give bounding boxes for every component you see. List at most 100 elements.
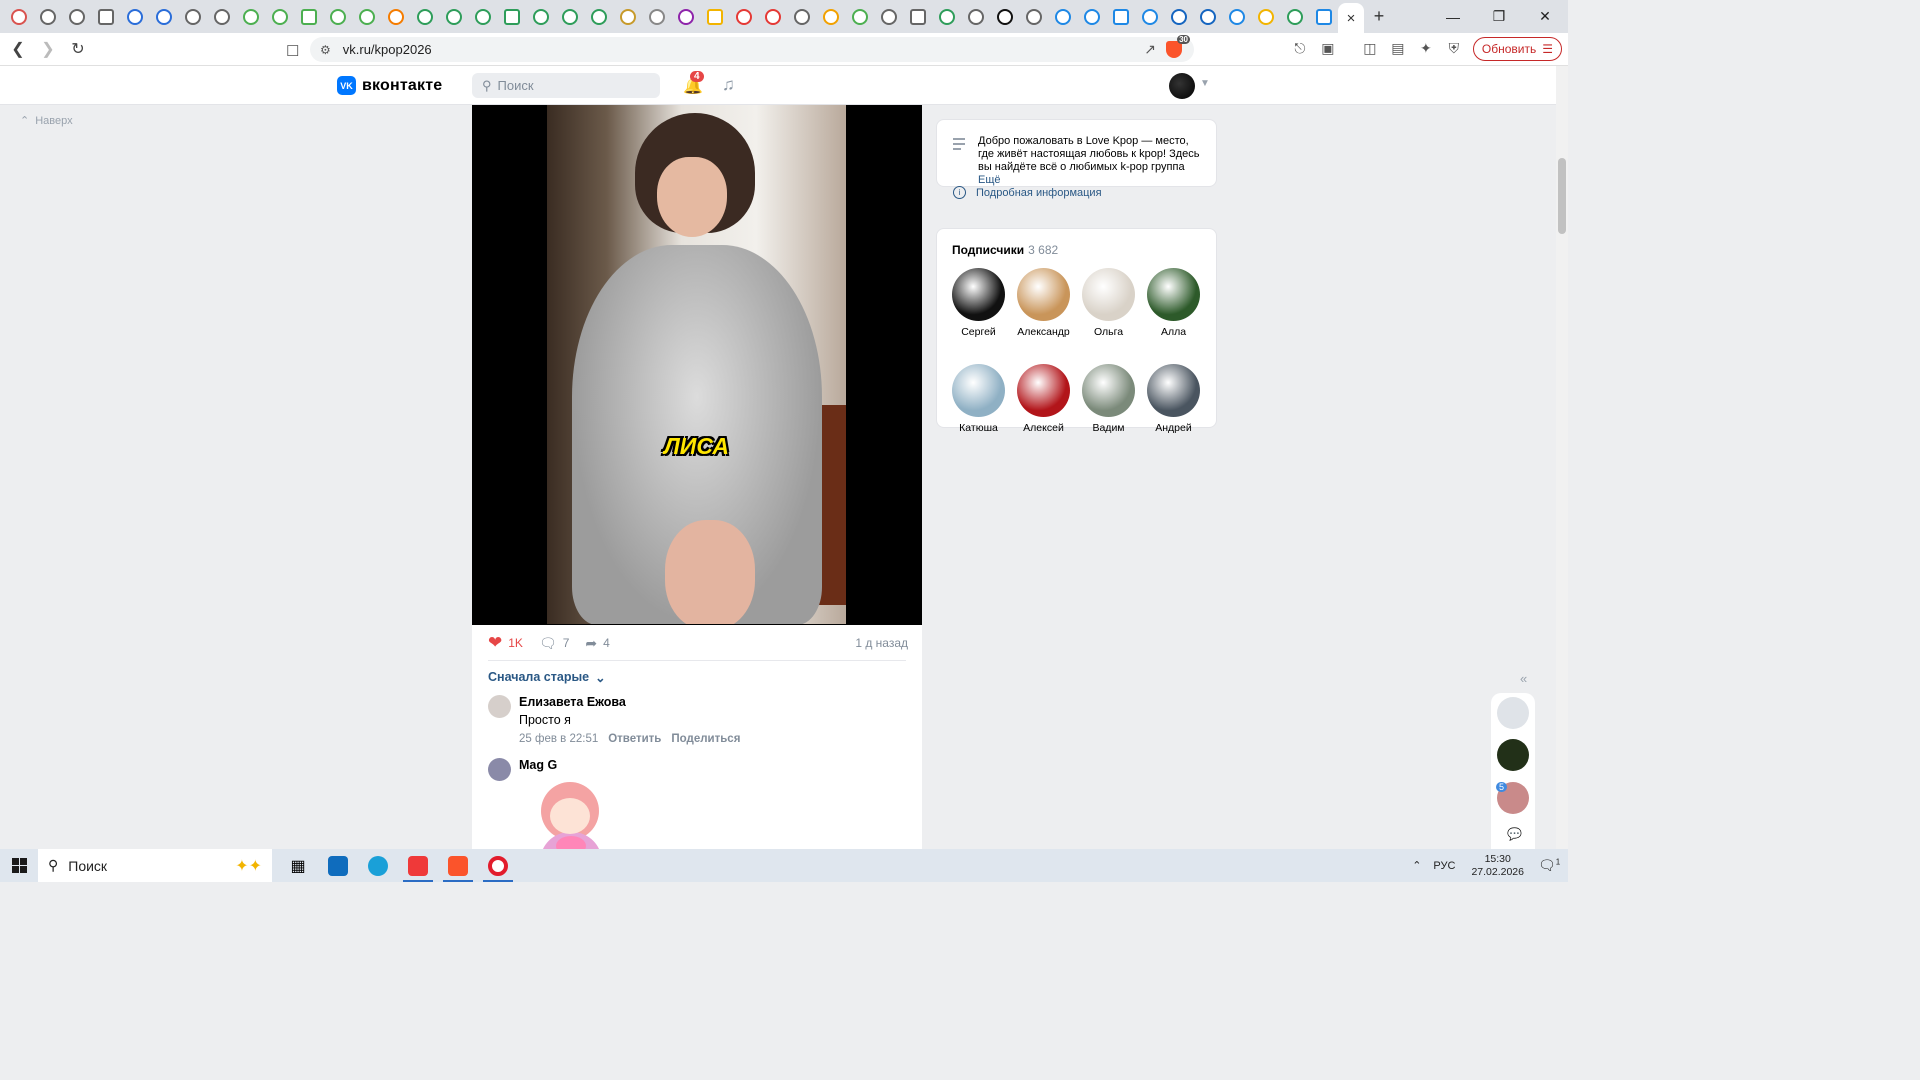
browser-tab[interactable]	[874, 3, 903, 31]
leo-ai-icon[interactable]: ✦	[1417, 40, 1435, 58]
browser-tab[interactable]	[700, 3, 729, 31]
browser-tab[interactable]	[1280, 3, 1309, 31]
comment-button[interactable]: 🗨 7	[539, 635, 569, 652]
notifications-bell-icon[interactable]: 🔔 4	[683, 71, 704, 96]
comment-sort-dropdown[interactable]: Сначала старые ⌄	[488, 670, 606, 685]
subscriber-item[interactable]: Катюша	[952, 364, 1005, 434]
browser-tab[interactable]	[62, 3, 91, 31]
browser-tab[interactable]	[265, 3, 294, 31]
browser-tab[interactable]	[410, 3, 439, 31]
brave-icon[interactable]	[438, 849, 478, 882]
comment-avatar[interactable]	[488, 695, 511, 718]
browser-tab[interactable]	[555, 3, 584, 31]
vk-search-input[interactable]: ⚲ Поиск	[472, 73, 660, 98]
chat-avatar[interactable]	[1497, 739, 1529, 771]
video-player[interactable]: ЛИСА	[472, 105, 922, 625]
browser-tab[interactable]	[903, 3, 932, 31]
active-tab-close-button[interactable]: ×	[1338, 3, 1364, 33]
scroll-up-link[interactable]: ⌃ Наверх	[20, 114, 73, 128]
subscriber-avatar[interactable]	[1082, 268, 1135, 321]
tab-capture-icon[interactable]: ▣	[1319, 40, 1337, 58]
subscriber-avatar[interactable]	[1017, 268, 1070, 321]
edge-icon[interactable]	[358, 849, 398, 882]
browser-tab[interactable]	[961, 3, 990, 31]
browser-tab[interactable]	[1048, 3, 1077, 31]
vivaldi-icon[interactable]	[398, 849, 438, 882]
share-icon[interactable]: ↗	[1144, 41, 1156, 58]
browser-tab[interactable]	[1251, 3, 1280, 31]
subscriber-item[interactable]: Андрей	[1147, 364, 1200, 434]
chevron-down-icon[interactable]: ▼	[1200, 78, 1210, 89]
browser-tab[interactable]	[584, 3, 613, 31]
subscriber-name[interactable]: Вадим	[1082, 422, 1135, 434]
browser-tab[interactable]	[497, 3, 526, 31]
taskbar-search[interactable]: ⚲ Поиск ✦✦	[38, 849, 272, 882]
reply-button[interactable]: Ответить	[608, 733, 661, 745]
browser-tab[interactable]	[439, 3, 468, 31]
outlook-icon[interactable]	[318, 849, 358, 882]
detailed-info-link[interactable]: i Подробная информация	[953, 186, 1102, 199]
minimize-button[interactable]: —	[1430, 0, 1476, 33]
brave-shields-icon[interactable]: 30	[1166, 35, 1190, 58]
subscriber-name[interactable]: Алла	[1147, 326, 1200, 338]
subscribers-header[interactable]: Подписчики 3 682	[952, 243, 1058, 257]
browser-tab[interactable]	[352, 3, 381, 31]
chat-avatar[interactable]	[1497, 697, 1529, 729]
browser-tab[interactable]	[816, 3, 845, 31]
comment-avatar[interactable]	[488, 758, 511, 781]
subscriber-avatar[interactable]	[1147, 364, 1200, 417]
browser-tab[interactable]	[1164, 3, 1193, 31]
browser-tab[interactable]	[526, 3, 555, 31]
music-icon[interactable]: ♫	[722, 75, 735, 95]
browser-tab[interactable]	[642, 3, 671, 31]
extensions-icon[interactable]: ⎋	[1291, 40, 1309, 58]
comment-author[interactable]: Елизавета Ежова	[519, 695, 740, 709]
site-settings-icon[interactable]: ⚙	[320, 43, 331, 57]
chevron-up-icon[interactable]: ⌃	[1412, 859, 1421, 872]
user-avatar[interactable]	[1169, 73, 1195, 99]
like-button[interactable]: ❤ 1K	[488, 633, 523, 653]
browser-tab[interactable]	[1309, 3, 1338, 31]
restore-button[interactable]: ❐	[1476, 0, 1522, 33]
clock[interactable]: 15:30 27.02.2026	[1471, 853, 1524, 879]
sidebar-icon[interactable]: ◫	[1361, 40, 1379, 58]
subscriber-item[interactable]: Александр	[1017, 268, 1070, 338]
subscriber-name[interactable]: Катюша	[952, 422, 1005, 434]
share-button[interactable]: ➦ 4	[585, 635, 609, 652]
start-button[interactable]	[0, 849, 38, 882]
address-bar[interactable]: ⚙ vk.ru/kpop2026 ↗ 30	[310, 35, 1194, 62]
back-button[interactable]: ❮	[6, 39, 30, 59]
browser-tab[interactable]	[1193, 3, 1222, 31]
browser-tab[interactable]	[207, 3, 236, 31]
browser-tab[interactable]	[1135, 3, 1164, 31]
post-time[interactable]: 1 д назад	[855, 636, 908, 650]
comment-author[interactable]: Mag G	[519, 758, 557, 781]
subscriber-name[interactable]: Александр	[1017, 326, 1070, 338]
bookmark-icon[interactable]: ☐	[286, 42, 299, 60]
subscriber-item[interactable]: Алексей	[1017, 364, 1070, 434]
browser-tab[interactable]	[178, 3, 207, 31]
comment-date[interactable]: 25 фев в 22:51	[519, 733, 598, 745]
vpn-shield-icon[interactable]: ⛨	[1445, 40, 1463, 58]
subscriber-item[interactable]: Вадим	[1082, 364, 1135, 434]
browser-tab[interactable]	[149, 3, 178, 31]
browser-tab[interactable]	[323, 3, 352, 31]
subscriber-name[interactable]: Сергей	[952, 326, 1005, 338]
close-window-button[interactable]: ✕	[1522, 0, 1568, 33]
new-tab-button[interactable]: +	[1364, 6, 1394, 27]
chat-bubble-icon[interactable]: 💬	[1507, 827, 1522, 841]
more-link[interactable]: Ещё	[978, 174, 1001, 186]
browser-tab[interactable]	[4, 3, 33, 31]
subscriber-item[interactable]: Сергей	[952, 268, 1005, 338]
browser-tab[interactable]	[990, 3, 1019, 31]
subscriber-avatar[interactable]	[1017, 364, 1070, 417]
browser-tab[interactable]	[236, 3, 265, 31]
browser-tab[interactable]	[845, 3, 874, 31]
browser-tab[interactable]	[468, 3, 497, 31]
page-scrollbar[interactable]	[1556, 66, 1568, 849]
reload-button[interactable]: ↻	[66, 39, 90, 59]
subscriber-name[interactable]: Андрей	[1147, 422, 1200, 434]
language-indicator[interactable]: РУС	[1433, 860, 1455, 872]
browser-tab[interactable]	[1106, 3, 1135, 31]
task-view-icon[interactable]: ▦	[278, 849, 318, 882]
